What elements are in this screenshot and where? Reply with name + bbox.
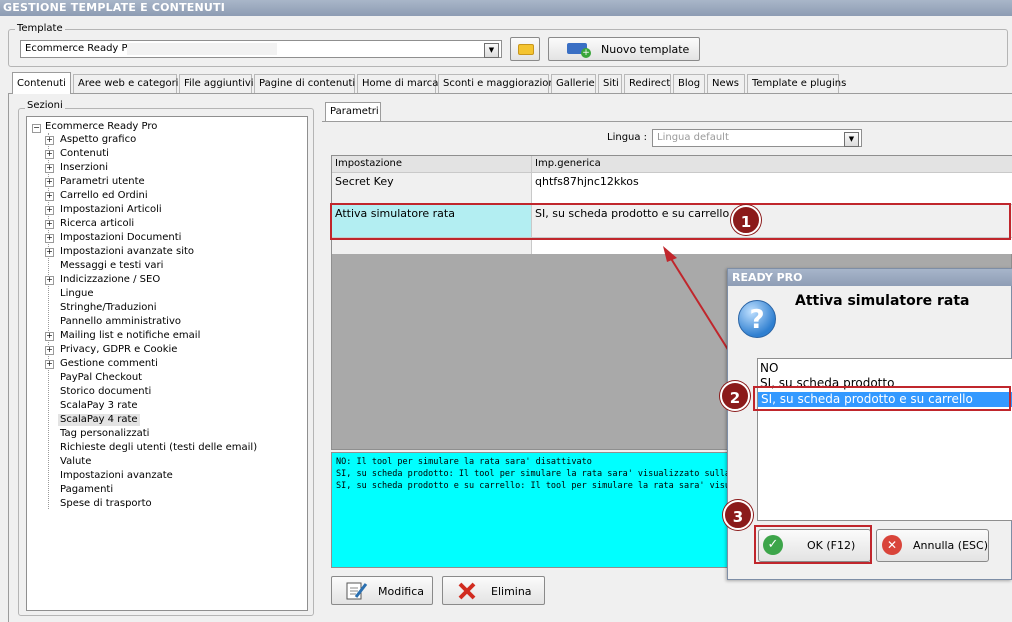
cancel-button[interactable]: ✕ Annulla (ESC) (876, 529, 989, 562)
step-badge-3: 3 (723, 500, 753, 530)
dialog-titlebar: READY PRO (728, 269, 1012, 286)
step-badge-2: 2 (720, 381, 750, 411)
list-item[interactable]: NO (760, 361, 778, 376)
tab-contenuti[interactable]: Contenuti (12, 72, 71, 94)
options-list[interactable]: NO SI, su scheda prodotto SI, su scheda … (757, 358, 1012, 521)
selected-option-box (753, 386, 1011, 411)
question-icon: ? (738, 300, 776, 338)
cancel-icon: ✕ (882, 535, 902, 555)
step-badge-1: 1 (731, 205, 761, 235)
dialog-heading: Attiva simulatore rata (795, 293, 970, 309)
ok-button-box (754, 525, 872, 564)
cancel-label: Annulla (ESC) (913, 539, 988, 552)
